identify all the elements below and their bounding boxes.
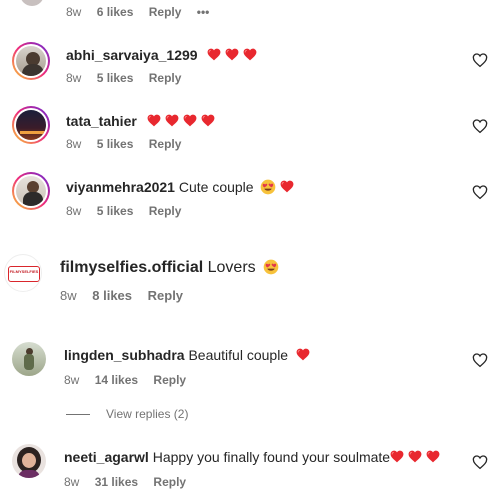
- comment-meta: 8w 6 likes Reply •••: [66, 4, 221, 20]
- likes-count[interactable]: 14 likes: [95, 373, 138, 387]
- comment-text: viyanmehra2021 Cute couple: [66, 178, 294, 196]
- likes-count[interactable]: 5 likes: [97, 71, 134, 85]
- comment-text: filmyselfies.official Lovers: [60, 258, 279, 278]
- likes-count[interactable]: 8 likes: [92, 288, 132, 303]
- view-replies-label: View replies (2): [106, 407, 189, 421]
- heart-eyes-emoji-icon: [260, 179, 276, 195]
- comment-meta: 8w 5 likes Reply: [66, 203, 193, 219]
- comment-text: abhi_sarvaiya_1299: [66, 46, 257, 64]
- comment-meta: 8w 5 likes Reply: [66, 136, 193, 152]
- comment-username[interactable]: lingden_subhadra: [64, 347, 185, 363]
- red-heart-emoji-icon: [426, 450, 440, 463]
- comment-time: 8w: [60, 288, 77, 303]
- comment-meta: 8w 31 likes Reply: [64, 474, 198, 490]
- red-heart-emoji-icon: [243, 48, 257, 61]
- red-heart-emoji-icon: [165, 114, 179, 127]
- reply-button[interactable]: Reply: [148, 288, 183, 303]
- comment-text: tata_tahier: [66, 112, 215, 130]
- view-replies-button[interactable]: View replies (2): [66, 407, 188, 421]
- likes-count[interactable]: 5 likes: [97, 137, 134, 151]
- avatar[interactable]: [12, 172, 50, 210]
- red-heart-emoji-icon: [408, 450, 422, 463]
- reply-button[interactable]: Reply: [153, 373, 186, 387]
- red-heart-emoji-icon: [147, 114, 161, 127]
- likes-count[interactable]: 5 likes: [97, 204, 134, 218]
- avatar[interactable]: [20, 0, 44, 6]
- comment-meta: 8w 5 likes Reply: [66, 70, 193, 86]
- comment-body: Cute couple: [178, 179, 254, 195]
- reply-button[interactable]: Reply: [153, 475, 186, 489]
- like-heart-icon[interactable]: [472, 454, 488, 470]
- avatar[interactable]: [12, 106, 50, 144]
- avatar[interactable]: [12, 444, 46, 478]
- more-options-icon[interactable]: •••: [197, 5, 210, 19]
- red-heart-emoji-icon: [207, 48, 221, 61]
- likes-count[interactable]: 6 likes: [97, 5, 134, 19]
- comment-time: 8w: [66, 137, 82, 151]
- reply-button[interactable]: Reply: [149, 71, 182, 85]
- comment-meta: 8w 14 likes Reply: [64, 372, 198, 388]
- comment-time: 8w: [64, 475, 80, 489]
- comment-meta: 8w 8 likes Reply: [60, 288, 195, 304]
- comment-time: 8w: [64, 373, 80, 387]
- comment-username[interactable]: abhi_sarvaiya_1299: [66, 47, 198, 63]
- comment-time: 8w: [66, 204, 82, 218]
- comment-text: lingden_subhadra Beautiful couple: [64, 346, 310, 364]
- comment-body: Beautiful couple: [188, 347, 289, 363]
- like-heart-icon[interactable]: [472, 118, 488, 134]
- comment-username[interactable]: filmyselfies.official: [60, 259, 203, 276]
- red-heart-emoji-icon: [296, 348, 310, 361]
- reply-button[interactable]: Reply: [149, 5, 182, 19]
- red-heart-emoji-icon: [201, 114, 215, 127]
- likes-count[interactable]: 31 likes: [95, 475, 138, 489]
- red-heart-emoji-icon: [225, 48, 239, 61]
- divider-line: [66, 414, 90, 416]
- like-heart-icon[interactable]: [472, 52, 488, 68]
- comment-username[interactable]: neeti_agarwl: [64, 449, 149, 465]
- avatar[interactable]: [12, 342, 46, 376]
- comment-text: neeti_agarwl Happy you finally found you…: [64, 448, 440, 466]
- avatar-logo-text: FILMYSELFIES: [9, 269, 39, 274]
- comment-username[interactable]: tata_tahier: [66, 113, 137, 129]
- avatar[interactable]: [12, 42, 50, 80]
- comment-body: Happy you finally found your soulmate: [152, 449, 391, 465]
- comment-time: 8w: [66, 71, 82, 85]
- avatar[interactable]: FILMYSELFIES: [4, 254, 42, 292]
- red-heart-emoji-icon: [183, 114, 197, 127]
- like-heart-icon[interactable]: [472, 184, 488, 200]
- like-heart-icon[interactable]: [472, 352, 488, 368]
- comment-body: Lovers: [207, 259, 256, 276]
- reply-button[interactable]: Reply: [149, 137, 182, 151]
- red-heart-emoji-icon: [390, 450, 404, 463]
- heart-eyes-emoji-icon: [263, 259, 279, 275]
- red-heart-emoji-icon: [280, 180, 294, 193]
- reply-button[interactable]: Reply: [149, 204, 182, 218]
- comment-username[interactable]: viyanmehra2021: [66, 179, 175, 195]
- comment-time: 8w: [66, 5, 82, 19]
